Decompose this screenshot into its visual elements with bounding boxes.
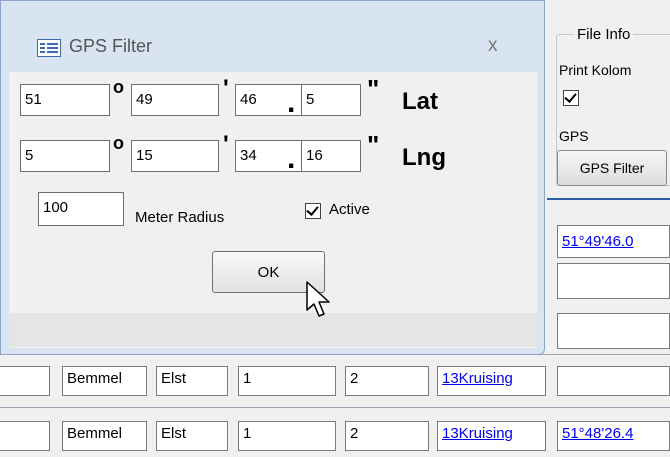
gps-link-cell[interactable]: 51°49'46.0 bbox=[557, 225, 670, 258]
print-kolom-label: Print Kolom bbox=[559, 62, 632, 78]
row-separator bbox=[0, 407, 670, 408]
lat-fraction-input[interactable]: 5 bbox=[301, 84, 361, 116]
print-kolom-checkbox[interactable] bbox=[563, 90, 579, 106]
second-symbol: " bbox=[367, 74, 380, 104]
radius-input[interactable]: 100 bbox=[38, 192, 124, 226]
table-cell[interactable]: 2 bbox=[345, 421, 429, 451]
form-icon bbox=[37, 39, 61, 57]
degree-symbol: o bbox=[113, 77, 124, 97]
dialog-footer-strip bbox=[9, 313, 537, 347]
table-cell[interactable] bbox=[0, 366, 50, 396]
table-cell[interactable]: Bemmel bbox=[62, 421, 147, 451]
table-link-cell[interactable]: 13Kruising bbox=[437, 421, 546, 451]
table-cell[interactable]: 1 bbox=[238, 366, 336, 396]
gps-link-cell[interactable]: 51°48'26.4 bbox=[557, 421, 670, 451]
close-icon[interactable]: x bbox=[488, 35, 498, 57]
lng-minutes-input[interactable]: 15 bbox=[131, 140, 219, 172]
table-link-cell[interactable]: 13Kruising bbox=[437, 366, 546, 396]
decimal-dot: . bbox=[287, 142, 296, 175]
gps-filter-button[interactable]: GPS Filter bbox=[557, 150, 667, 186]
lat-seconds-input[interactable]: 46 bbox=[235, 84, 307, 116]
table-cell[interactable] bbox=[557, 366, 670, 396]
second-symbol: " bbox=[367, 130, 380, 160]
lat-minutes-input[interactable]: 49 bbox=[131, 84, 219, 116]
gps-label: GPS bbox=[559, 128, 589, 144]
dialog-titlebar[interactable]: GPS Filter x bbox=[1, 1, 544, 57]
mouse-pointer-icon bbox=[306, 281, 330, 317]
decimal-dot: . bbox=[287, 86, 296, 119]
lng-label: Lng bbox=[402, 144, 446, 171]
file-info-legend: File Info bbox=[574, 26, 634, 43]
active-label: Active bbox=[329, 201, 370, 218]
empty-cell[interactable] bbox=[557, 313, 670, 349]
lng-degrees-input[interactable]: 5 bbox=[20, 140, 110, 172]
table-cell[interactable]: 2 bbox=[345, 366, 429, 396]
minute-symbol: ' bbox=[223, 131, 229, 158]
lat-label: Lat bbox=[402, 88, 438, 115]
lat-degrees-input[interactable]: 51 bbox=[20, 84, 110, 116]
table-cell[interactable]: 1 bbox=[238, 421, 336, 451]
table-cell[interactable] bbox=[0, 421, 50, 451]
degree-symbol: o bbox=[113, 133, 124, 153]
dialog-title: GPS Filter bbox=[69, 36, 153, 56]
gps-filter-dialog: GPS Filter x 51 o 49 ' 46 . 5 " Lat 5 o … bbox=[0, 0, 545, 355]
dialog-body: 51 o 49 ' 46 . 5 " Lat 5 o 15 ' 34 . 16 … bbox=[9, 72, 537, 348]
lng-seconds-input[interactable]: 34 bbox=[235, 140, 307, 172]
selection-divider bbox=[547, 198, 670, 200]
radius-label: Meter Radius bbox=[135, 209, 225, 226]
empty-cell[interactable] bbox=[557, 263, 670, 299]
minute-symbol: ' bbox=[223, 75, 229, 102]
table-cell[interactable]: Elst bbox=[156, 366, 228, 396]
active-checkbox[interactable] bbox=[305, 203, 321, 219]
lng-fraction-input[interactable]: 16 bbox=[301, 140, 361, 172]
table-cell[interactable]: Elst bbox=[156, 421, 228, 451]
table-cell[interactable]: Bemmel bbox=[62, 366, 147, 396]
